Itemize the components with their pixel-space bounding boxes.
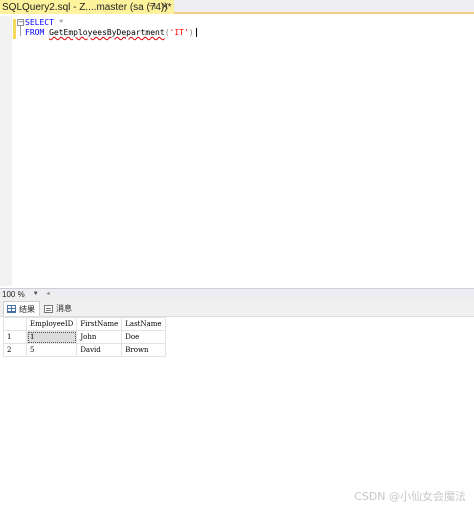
message-icon [44,304,53,313]
scroll-left-icon[interactable]: ◂ [44,290,52,298]
keyword-select: SELECT [25,18,54,27]
tab-messages-label: 消息 [56,304,72,313]
text-caret [195,28,197,37]
column-header[interactable]: FirstName [76,317,123,331]
tab-results[interactable]: 结果 [3,301,40,316]
watermark: CSDN @小仙女会魔法 [354,490,466,503]
string-literal: 'IT' [169,28,189,37]
document-tab-strip: SQLQuery2.sql - Z....master (sa (74))* ⊣… [0,0,474,14]
select-star: * [53,18,64,27]
table-row[interactable]: 2 5 David Brown [3,343,166,357]
table-row[interactable]: 1 1 John Doe [3,330,166,344]
pin-icon[interactable]: ⊣ [147,0,157,14]
editor-status-bar: 100 % ▼ ◂ [0,288,474,299]
row-number[interactable]: 1 [3,330,27,344]
column-header[interactable]: EmployeeID [25,317,78,331]
results-grid: EmployeeID FirstName LastName 1 1 John D… [3,317,166,357]
column-header[interactable]: LastName [121,317,166,331]
fold-guide-line [20,26,21,36]
tab-messages[interactable]: 消息 [41,301,75,316]
grid-cell[interactable]: David [76,343,123,357]
grid-header-row: EmployeeID FirstName LastName [3,317,166,331]
code-line-2[interactable]: FROM GetEmployeesByDepartment('IT') [25,28,197,38]
editor-gutter [0,16,12,286]
keyword-from: FROM [25,28,45,37]
grid-icon [7,305,16,313]
code-line-1[interactable]: SELECT * [25,18,64,28]
function-name: GetEmployeesByDepartment [49,28,165,37]
grid-corner-cell[interactable] [3,317,27,331]
grid-cell[interactable]: 1 [25,330,78,344]
collapse-toggle-icon[interactable]: − [17,19,24,26]
grid-cell[interactable]: John [76,330,123,344]
close-paren: ) [188,28,194,37]
results-tab-strip: 结果 消息 [0,299,474,317]
close-icon[interactable]: × [160,0,170,14]
chevron-down-icon: ▼ [32,291,39,297]
sql-editor[interactable]: − SELECT * FROM GetEmployeesByDepartment… [0,16,474,286]
grid-cell[interactable]: Doe [121,330,166,344]
results-pane: EmployeeID FirstName LastName 1 1 John D… [0,317,474,511]
row-number[interactable]: 2 [3,343,27,357]
change-indicator-bar [13,19,16,39]
grid-cell[interactable]: Brown [121,343,166,357]
grid-cell[interactable]: 5 [25,343,78,357]
tab-results-label: 结果 [19,304,35,314]
zoom-value: 100 % [2,289,25,299]
zoom-dropdown[interactable]: 100 % ▼ [1,289,39,299]
